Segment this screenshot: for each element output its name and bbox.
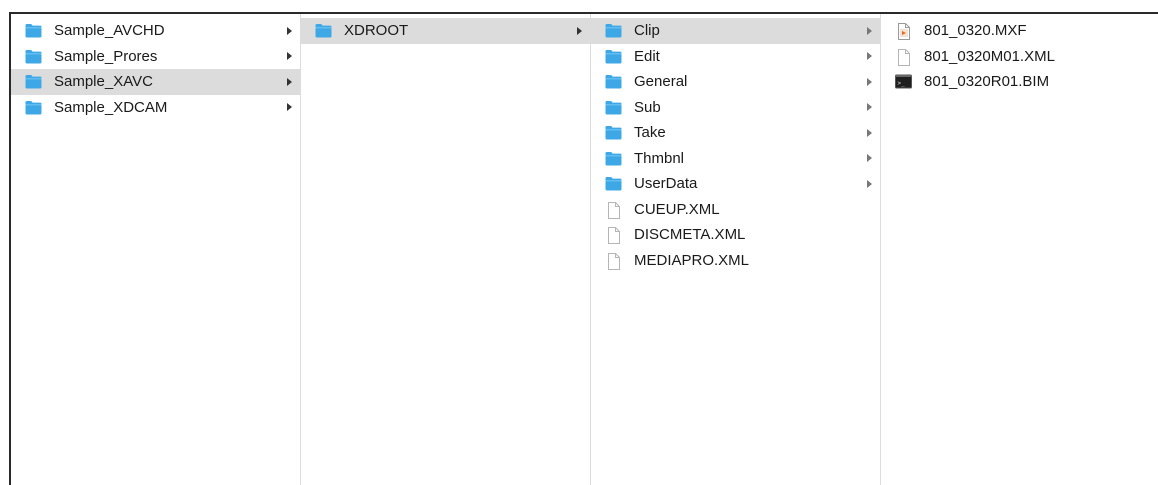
document-icon bbox=[605, 227, 622, 245]
finder-column-view: Sample_AVCHD Sample_Prores Sample_XAVC S… bbox=[9, 12, 1158, 485]
folder-icon bbox=[315, 23, 332, 38]
column-item[interactable]: Sample_AVCHD bbox=[11, 18, 300, 44]
folder-icon bbox=[605, 151, 622, 166]
item-label: Sample_XAVC bbox=[54, 73, 153, 91]
column-item[interactable]: XDROOT bbox=[301, 18, 590, 44]
folder-icon bbox=[25, 23, 42, 38]
item-label: Sample_AVCHD bbox=[54, 22, 165, 40]
disclosure-arrow-icon bbox=[867, 179, 872, 188]
folder-icon bbox=[25, 100, 42, 115]
column-4[interactable]: 801_0320.MXF 801_0320M01.XML >_ 801_0320R… bbox=[881, 14, 1158, 485]
column-item[interactable]: 801_0320M01.XML bbox=[881, 44, 1158, 70]
folder-icon bbox=[605, 100, 622, 115]
disclosure-arrow-icon bbox=[867, 128, 872, 137]
item-label: Thmbnl bbox=[634, 149, 685, 167]
item-label: UserData bbox=[634, 175, 698, 193]
item-label: XDROOT bbox=[344, 22, 409, 40]
disclosure-arrow-icon bbox=[867, 26, 872, 35]
item-label: General bbox=[634, 73, 688, 91]
disclosure-arrow-icon bbox=[287, 77, 292, 86]
column-1[interactable]: Sample_AVCHD Sample_Prores Sample_XAVC S… bbox=[11, 14, 301, 485]
column-item[interactable]: Sub bbox=[591, 95, 880, 121]
item-label: 801_0320M01.XML bbox=[924, 47, 1055, 65]
column-item[interactable]: MEDIAPRO.XML bbox=[591, 248, 880, 274]
column-item[interactable]: Edit bbox=[591, 44, 880, 70]
disclosure-arrow-icon bbox=[287, 103, 292, 112]
column-item[interactable]: CUEUP.XML bbox=[591, 197, 880, 223]
item-label: Edit bbox=[634, 47, 660, 65]
item-label: MEDIAPRO.XML bbox=[634, 251, 750, 269]
column-item[interactable]: General bbox=[591, 69, 880, 95]
disclosure-arrow-icon bbox=[867, 103, 872, 112]
item-label: 801_0320R01.BIM bbox=[924, 73, 1050, 91]
disclosure-arrow-icon bbox=[287, 52, 292, 61]
column-item[interactable]: Sample_XDCAM bbox=[11, 95, 300, 121]
terminal-file-icon: >_ bbox=[895, 74, 912, 89]
column-item[interactable]: 801_0320.MXF bbox=[881, 18, 1158, 44]
item-label: Clip bbox=[634, 22, 660, 40]
item-label: DISCMETA.XML bbox=[634, 226, 746, 244]
item-label: Sample_Prores bbox=[54, 47, 158, 65]
column-item[interactable]: Take bbox=[591, 120, 880, 146]
svg-text:>_: >_ bbox=[898, 80, 906, 87]
item-label: 801_0320.MXF bbox=[924, 22, 1027, 40]
column-2[interactable]: XDROOT bbox=[301, 14, 591, 485]
folder-icon bbox=[605, 125, 622, 140]
folder-icon bbox=[605, 74, 622, 89]
disclosure-arrow-icon bbox=[867, 52, 872, 61]
video-file-icon bbox=[895, 23, 912, 41]
folder-icon bbox=[25, 49, 42, 64]
column-item[interactable]: Sample_Prores bbox=[11, 44, 300, 70]
column-item[interactable]: Sample_XAVC bbox=[11, 69, 300, 95]
disclosure-arrow-icon bbox=[867, 77, 872, 86]
folder-icon bbox=[605, 176, 622, 191]
disclosure-arrow-icon bbox=[287, 26, 292, 35]
document-icon bbox=[895, 48, 912, 66]
document-icon bbox=[605, 201, 622, 219]
item-label: Sample_XDCAM bbox=[54, 98, 168, 116]
column-item[interactable]: Thmbnl bbox=[591, 146, 880, 172]
folder-icon bbox=[605, 23, 622, 38]
item-label: Sub bbox=[634, 98, 661, 116]
folder-icon bbox=[25, 74, 42, 89]
column-item[interactable]: UserData bbox=[591, 171, 880, 197]
column-item[interactable]: DISCMETA.XML bbox=[591, 222, 880, 248]
column-item[interactable]: Clip bbox=[591, 18, 880, 44]
disclosure-arrow-icon bbox=[577, 26, 582, 35]
document-icon bbox=[605, 252, 622, 270]
column-item[interactable]: >_ 801_0320R01.BIM bbox=[881, 69, 1158, 95]
folder-icon bbox=[605, 49, 622, 64]
column-3[interactable]: Clip Edit General Sub Take Thmbnl UserDa… bbox=[591, 14, 881, 485]
item-label: CUEUP.XML bbox=[634, 200, 720, 218]
disclosure-arrow-icon bbox=[867, 154, 872, 163]
item-label: Take bbox=[634, 124, 666, 142]
